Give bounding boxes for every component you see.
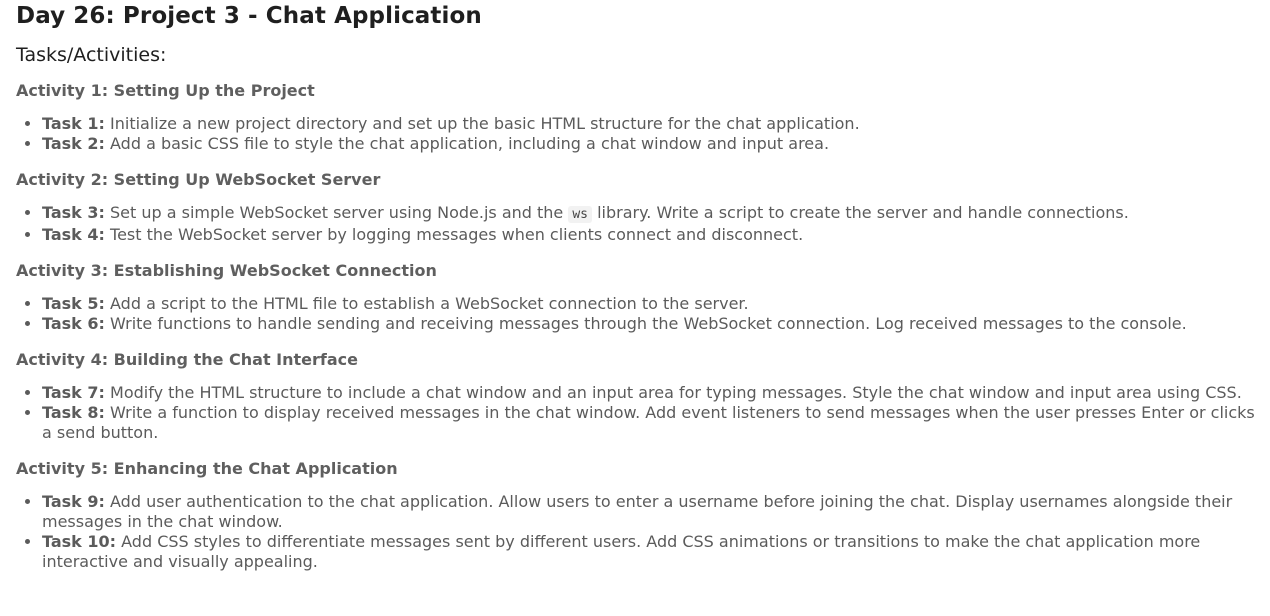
task-list: Task 3: Set up a simple WebSocket server… (16, 203, 1256, 245)
list-item: Task 2: Add a basic CSS file to style th… (42, 134, 1256, 154)
activity-heading: Activity 2: Setting Up WebSocket Server (16, 170, 381, 189)
task-text: Add CSS styles to differentiate messages… (42, 532, 1201, 571)
task-text: Write functions to handle sending and re… (110, 314, 1187, 333)
activity-1: Activity 1: Setting Up the Project Task … (16, 80, 1256, 154)
activity-4: Activity 4: Building the Chat Interface … (16, 349, 1256, 443)
task-label: Task 4: (42, 225, 105, 244)
task-list: Task 5: Add a script to the HTML file to… (16, 294, 1256, 334)
task-list: Task 7: Modify the HTML structure to inc… (16, 383, 1256, 443)
task-label: Task 7: (42, 383, 105, 402)
task-label: Task 5: (42, 294, 105, 313)
inline-code: ws (568, 206, 593, 223)
task-text: Test the WebSocket server by logging mes… (110, 225, 804, 244)
list-item: Task 3: Set up a simple WebSocket server… (42, 203, 1256, 225)
activities-list: Activity 1: Setting Up the Project Task … (16, 80, 1256, 587)
task-text: Write a function to display received mes… (42, 403, 1255, 442)
task-text: Set up a simple WebSocket server using N… (110, 203, 564, 222)
list-item: Task 1: Initialize a new project directo… (42, 114, 1256, 134)
list-item: Task 6: Write functions to handle sendin… (42, 314, 1256, 334)
task-label: Task 2: (42, 134, 105, 153)
task-label: Task 10: (42, 532, 117, 551)
activity-5: Activity 5: Enhancing the Chat Applicati… (16, 458, 1256, 572)
activity-heading: Activity 4: Building the Chat Interface (16, 350, 359, 369)
activity-2: Activity 2: Setting Up WebSocket Server … (16, 169, 1256, 245)
activity-heading: Activity 3: Establishing WebSocket Conne… (16, 261, 437, 280)
task-text: Add user authentication to the chat appl… (42, 492, 1233, 531)
activity-3: Activity 3: Establishing WebSocket Conne… (16, 260, 1256, 334)
section-heading: Tasks/Activities: (16, 44, 167, 66)
task-text: Modify the HTML structure to include a c… (110, 383, 1242, 402)
task-text: Add a basic CSS file to style the chat a… (110, 134, 830, 153)
list-item: Task 9: Add user authentication to the c… (42, 492, 1256, 532)
page-title: Day 26: Project 3 - Chat Application (16, 3, 482, 29)
list-item: Task 7: Modify the HTML structure to inc… (42, 383, 1256, 403)
activity-heading: Activity 5: Enhancing the Chat Applicati… (16, 459, 398, 478)
task-label: Task 6: (42, 314, 105, 333)
task-text: Initialize a new project directory and s… (110, 114, 860, 133)
task-list: Task 9: Add user authentication to the c… (16, 492, 1256, 572)
task-label: Task 8: (42, 403, 105, 422)
task-list: Task 1: Initialize a new project directo… (16, 114, 1256, 154)
list-item: Task 5: Add a script to the HTML file to… (42, 294, 1256, 314)
list-item: Task 4: Test the WebSocket server by log… (42, 225, 1256, 245)
activity-heading: Activity 1: Setting Up the Project (16, 81, 315, 100)
task-label: Task 1: (42, 114, 105, 133)
list-item: Task 10: Add CSS styles to differentiate… (42, 532, 1256, 572)
task-text: library. Write a script to create the se… (597, 203, 1129, 222)
task-label: Task 9: (42, 492, 105, 511)
task-text: Add a script to the HTML file to establi… (110, 294, 749, 313)
task-label: Task 3: (42, 203, 105, 222)
list-item: Task 8: Write a function to display rece… (42, 403, 1256, 443)
